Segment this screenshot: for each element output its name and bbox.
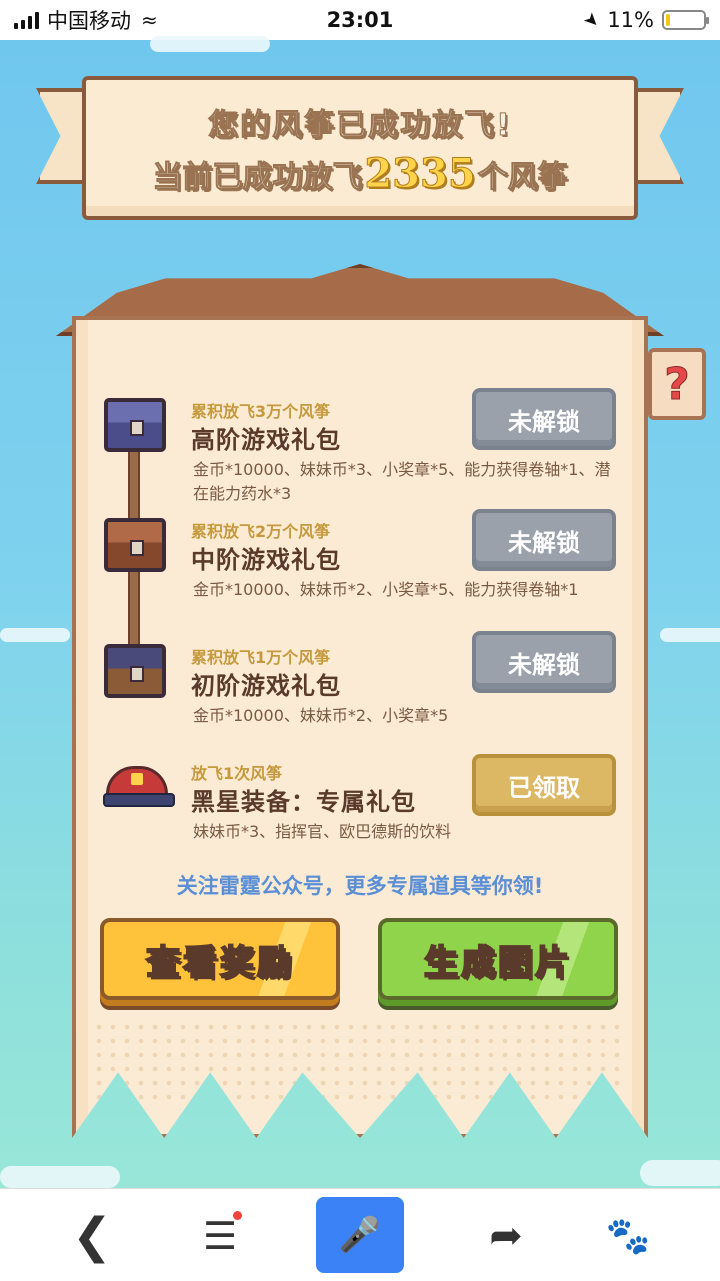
chest-mid-icon (104, 518, 166, 572)
battery-percent: 11% (607, 8, 654, 32)
follow-account-text: 关注雷霆公众号，更多专属道具等你领! (176, 874, 544, 898)
reward-title: 中阶游戏礼包 (191, 546, 341, 574)
signal-icon (14, 11, 39, 29)
chest-low-icon (104, 644, 166, 698)
microphone-icon[interactable]: 🎤 (316, 1197, 404, 1273)
reward-requirement: 累积放飞1万个风筝 (191, 648, 331, 667)
banner-title: 您的风筝已成功放飞! (208, 107, 512, 143)
reward-description: 金币*10000、妹妹币*2、小奖章*5 (193, 706, 449, 725)
view-rewards-button[interactable]: 查看奖励 (100, 918, 340, 1000)
locked-button[interactable]: 未解锁 (472, 631, 616, 693)
location-arrow-icon: ➤ (579, 7, 605, 33)
banner-subtitle-prefix: 当前已成功放飞 (152, 159, 363, 195)
status-left: 中国移动 ≈ (14, 5, 158, 35)
claimed-button[interactable]: 已领取 (472, 754, 616, 816)
reward-requirement: 累积放飞2万个风筝 (191, 522, 331, 541)
wifi-icon: ≈ (141, 8, 158, 32)
browser-bottom-nav: ❮ ☰ 🎤 ➦ 🐾 (0, 1188, 720, 1281)
cloud-decoration (150, 36, 270, 52)
reward-description: 金币*10000、妹妹币*3、小奖章*5、能力获得卷轴*1、潜在能力药水*3 (193, 460, 611, 503)
help-button[interactable]: ? (648, 348, 706, 420)
notification-dot (233, 1211, 242, 1220)
reward-title: 初阶游戏礼包 (191, 672, 341, 700)
locked-button[interactable]: 未解锁 (472, 388, 616, 450)
chest-high-icon (104, 398, 166, 452)
reward-description: 妹妹币*3、指挥官、欧巴德斯的饮料 (193, 822, 452, 841)
baidu-paw-icon[interactable]: 🐾 (596, 1189, 660, 1281)
menu-icon[interactable]: ☰ (188, 1189, 252, 1281)
back-icon[interactable]: ❮ (60, 1189, 124, 1281)
reward-title: 黑星装备：专属礼包 (191, 788, 416, 816)
reward-description: 金币*10000、妹妹币*2、小奖章*5、能力获得卷轴*1 (193, 580, 579, 599)
share-icon[interactable]: ➦ (474, 1189, 538, 1281)
generate-image-button[interactable]: 生成图片 (378, 918, 618, 1000)
cloud-decoration (660, 628, 720, 642)
battery-icon (662, 10, 709, 30)
kite-count: 2335 (364, 149, 476, 197)
success-banner: 您的风筝已成功放飞! 当前已成功放飞 2335 个风筝 (82, 76, 638, 220)
battery-fill (666, 14, 670, 26)
cloud-decoration (0, 1166, 120, 1188)
reward-title: 高阶游戏礼包 (191, 426, 341, 454)
reward-requirement: 放飞1次风筝 (191, 764, 283, 783)
carrier-label: 中国移动 (47, 9, 131, 33)
locked-button[interactable]: 未解锁 (472, 509, 616, 571)
banner-subtitle: 当前已成功放飞 2335 个风筝 (152, 149, 568, 197)
reward-requirement: 累积放飞3万个风筝 (191, 402, 331, 421)
status-bar: 中国移动 ≈ 23:01 ➤ 11% (0, 0, 720, 40)
panel-pattern (92, 1020, 628, 1100)
cloud-decoration (640, 1160, 720, 1186)
cloud-decoration (0, 628, 70, 642)
banner-subtitle-suffix: 个风筝 (477, 159, 568, 195)
status-right: ➤ 11% (579, 7, 709, 33)
